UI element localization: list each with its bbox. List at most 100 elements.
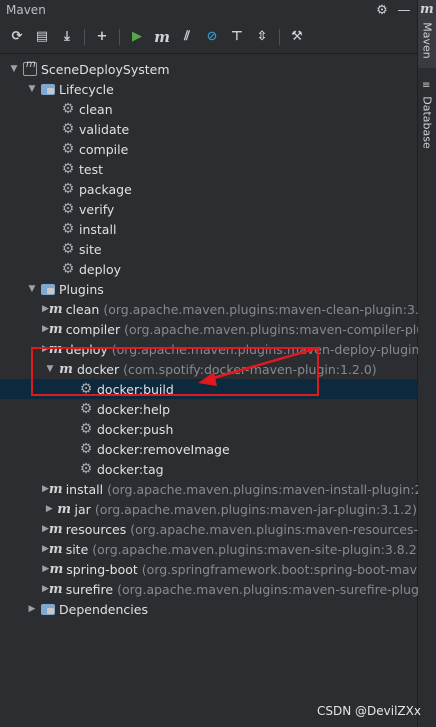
tree-plugins[interactable]: ▼ Plugins — [0, 279, 417, 299]
folder-icon — [40, 81, 56, 97]
chevron-right-icon[interactable]: ▶ — [42, 321, 49, 337]
chevron-down-icon[interactable]: ▼ — [24, 281, 40, 297]
docker-goal-docker-help[interactable]: ⚙ docker:help — [0, 399, 417, 419]
run-icon[interactable]: ▶ — [126, 26, 148, 48]
tree-label: docker:build — [97, 381, 174, 397]
maven-plugin-icon: m — [48, 581, 63, 597]
tree-label: Dependencies — [59, 601, 148, 617]
tree-label: surefire — [65, 581, 114, 597]
tree-label: SceneDeploySystem — [41, 61, 170, 77]
tree-label: test — [79, 161, 104, 177]
plugin-deploy[interactable]: ▶ m deploy (org.apache.maven.plugins:maven-… — [0, 339, 432, 359]
chevron-right-icon[interactable]: ▶ — [42, 501, 57, 517]
plugin-coordinates: (com.spotify:docker-maven-plugin:1.2.0) — [123, 361, 377, 377]
plugin-install[interactable]: ▶ m install (org.apache.maven.plugins:maven… — [0, 479, 436, 499]
maven-toolbar: ⟳ ▤ ⤓ + ▶ m ⫽ ⊘ ⊤ ⇳ ⚒ — [0, 20, 417, 54]
tree-label: site — [65, 541, 89, 557]
chevron-down-icon[interactable]: ▼ — [24, 81, 40, 97]
lifecycle-goal-test[interactable]: ⚙ test — [0, 159, 417, 179]
plugin-compiler[interactable]: ▶ m compiler (org.apache.maven.plugins:mave… — [0, 319, 432, 339]
chevron-down-icon[interactable]: ▼ — [6, 61, 22, 77]
generate-sources-icon[interactable]: ▤ — [31, 26, 53, 48]
reload-icon[interactable]: ⟳ — [6, 26, 28, 48]
chevron-right-icon[interactable]: ▶ — [42, 521, 49, 537]
plugin-coordinates: (org.apache.maven.plugins:maven-resource… — [130, 521, 430, 537]
chevron-right-icon[interactable]: ▶ — [42, 481, 49, 497]
lifecycle-goal-deploy[interactable]: ⚙ deploy — [0, 259, 417, 279]
lifecycle-goal-verify[interactable]: ⚙ verify — [0, 199, 417, 219]
minimize-icon[interactable]: — — [395, 1, 413, 19]
tree-label: docker:tag — [97, 461, 164, 477]
gear-icon[interactable]: ⚙ — [373, 1, 391, 19]
tree-label: install — [65, 481, 104, 497]
plugin-jar[interactable]: ▶ m jar (org.apache.maven.plugins:maven-jar… — [0, 499, 417, 519]
download-icon[interactable]: ⤓ — [56, 26, 78, 48]
collapse-all-icon[interactable]: ⇳ — [251, 26, 273, 48]
lifecycle-goal-install[interactable]: ⚙ install — [0, 219, 417, 239]
plugin-resources[interactable]: ▶ m resources (org.apache.maven.plugins:mav… — [0, 519, 429, 539]
tree-label: site — [79, 241, 102, 257]
maven-plugin-icon: m — [48, 301, 63, 317]
maven-plugin-icon: m — [48, 541, 63, 557]
plugin-surefire[interactable]: ▶ m surefire (org.apache.maven.plugins:mave… — [0, 579, 435, 599]
plugin-coordinates: (org.apache.maven.plugins:maven-deploy-p… — [111, 341, 432, 357]
tree-label: compile — [79, 141, 129, 157]
chevron-right-icon[interactable]: ▶ — [42, 561, 49, 577]
folder-icon — [40, 601, 56, 617]
gear-icon: ⚙ — [61, 141, 75, 157]
lifecycle-goal-compile[interactable]: ⚙ compile — [0, 139, 417, 159]
gear-icon: ⚙ — [61, 261, 75, 277]
plugin-spring-boot[interactable]: ▶ m spring-boot (org.springframework.boot:s… — [0, 559, 417, 579]
plugin-docker[interactable]: ▼ m docker (com.spotify:docker-maven-plugin… — [0, 359, 417, 379]
docker-goal-docker-push[interactable]: ⚙ docker:push — [0, 419, 417, 439]
maven-tab[interactable]: m Maven — [418, 0, 436, 68]
lifecycle-goal-validate[interactable]: ⚙ validate — [0, 119, 417, 139]
lifecycle-goal-site[interactable]: ⚙ site — [0, 239, 417, 259]
right-tool-strip: m Maven ≡ Database — [418, 0, 436, 727]
tree-dependencies[interactable]: ▶ Dependencies — [0, 599, 417, 619]
tree-label: spring-boot — [66, 561, 138, 577]
chevron-right-icon[interactable]: ▶ — [42, 301, 49, 317]
tree-label: package — [79, 181, 132, 197]
maven-plugin-icon: m — [48, 341, 63, 357]
chevron-right-icon[interactable]: ▶ — [42, 541, 49, 557]
docker-goal-docker-tag[interactable]: ⚙ docker:tag — [0, 459, 417, 479]
gear-icon: ⚙ — [61, 181, 75, 197]
settings-wrench-icon[interactable]: ⚒ — [286, 26, 308, 48]
tree-label: docker:help — [97, 401, 171, 417]
show-dependencies-icon[interactable]: ⊤ — [226, 26, 248, 48]
toggle-offline-icon[interactable]: ⫽ — [176, 26, 198, 48]
lifecycle-goal-package[interactable]: ⚙ package — [0, 179, 417, 199]
tree-root-project[interactable]: ▼ SceneDeploySystem — [0, 59, 417, 79]
maven-plugin-icon: m — [48, 521, 63, 537]
add-icon[interactable]: + — [91, 26, 113, 48]
maven-module-icon — [22, 59, 38, 77]
watermark: CSDN @DevilZXx — [317, 704, 421, 718]
docker-goal-docker-build[interactable]: ⚙ docker:build — [0, 379, 417, 399]
tree-label: clean — [65, 301, 100, 317]
maven-plugin-icon: m — [49, 561, 64, 577]
chevron-down-icon[interactable]: ▼ — [42, 361, 58, 377]
skip-tests-icon[interactable]: ⊘ — [201, 26, 223, 48]
docker-goal-docker-removeImage[interactable]: ⚙ docker:removeImage — [0, 439, 417, 459]
plugin-clean[interactable]: ▶ m clean (org.apache.maven.plugins:maven-c… — [0, 299, 436, 319]
plugin-coordinates: (org.apache.maven.plugins:maven-install-… — [107, 481, 436, 497]
chevron-right-icon[interactable]: ▶ — [42, 341, 49, 357]
execute-goal-icon[interactable]: m — [151, 26, 173, 48]
chevron-right-icon[interactable]: ▶ — [42, 581, 49, 597]
tree-lifecycle[interactable]: ▼ Lifecycle — [0, 79, 417, 99]
maven-m-icon: m — [420, 2, 434, 17]
tree-label: deploy — [79, 261, 122, 277]
database-tab[interactable]: Database — [418, 90, 436, 150]
lifecycle-goal-clean[interactable]: ⚙ clean — [0, 99, 417, 119]
plugin-site[interactable]: ▶ m site (org.apache.maven.plugins:maven-si… — [0, 539, 422, 559]
chevron-right-icon[interactable]: ▶ — [24, 601, 40, 617]
